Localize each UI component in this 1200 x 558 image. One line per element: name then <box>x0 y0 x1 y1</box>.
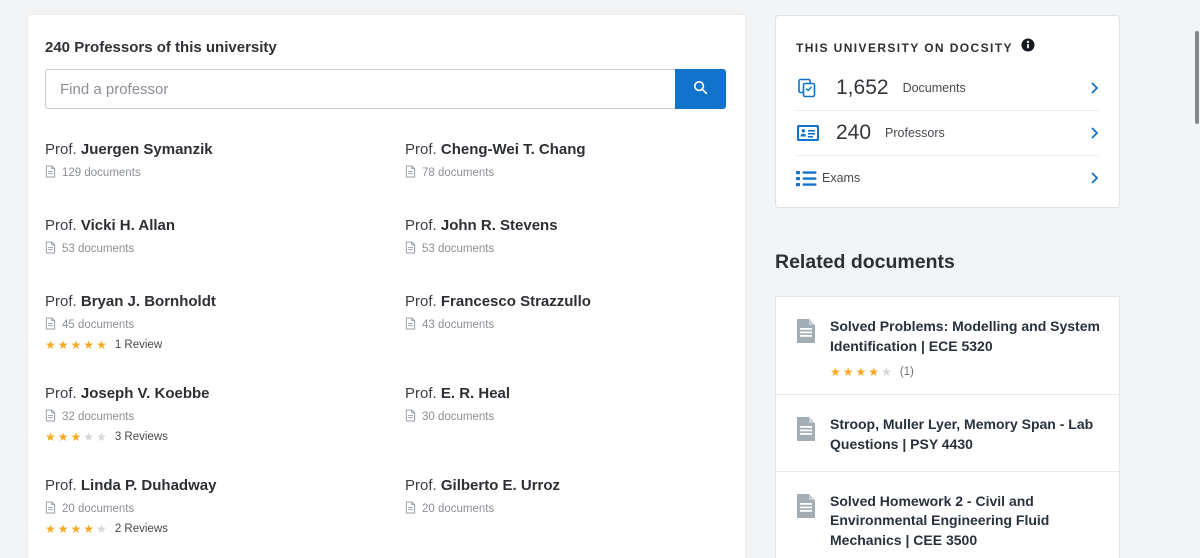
stat-row-exams[interactable]: Exams <box>796 155 1099 200</box>
professor-name-link[interactable]: Prof. Bryan J. Bornholdt <box>45 293 405 310</box>
documents-count: 1,652 <box>836 75 889 99</box>
documents-label: Documents <box>902 80 966 95</box>
related-documents-list: Solved Problems: Modelling and System Id… <box>775 296 1120 558</box>
professor-card: Prof. Joseph V. Koebbe 32 documents ★ ★ ★ ★… <box>45 385 405 443</box>
professor-name-link[interactable]: Prof. Gilberto E. Urroz <box>405 477 726 494</box>
search-icon <box>693 80 708 98</box>
related-document-rating-row: ★ ★ ★ ★ ★ (1) <box>830 366 1101 378</box>
file-icon <box>796 319 816 378</box>
professor-card: Prof. Vicki H. Allan 53 documents <box>45 217 405 259</box>
review-count-label[interactable]: 1 Review <box>115 339 162 351</box>
professor-card: Prof. Cheng-Wei T. Chang 78 documents <box>405 141 726 183</box>
chevron-right-icon <box>1090 126 1099 140</box>
related-document-item[interactable]: Solved Problems: Modelling and System Id… <box>776 297 1119 394</box>
professor-search-input[interactable] <box>45 69 675 109</box>
professor-card: Prof. E. R. Heal 30 documents <box>405 385 726 443</box>
document-icon <box>45 501 56 517</box>
professor-name-link[interactable]: Prof. Francesco Strazzullo <box>405 293 726 310</box>
professor-card: Prof. John R. Stevens 53 documents <box>405 217 726 259</box>
university-card-title: THIS UNIVERSITY ON DOCSITY <box>796 40 1013 55</box>
professor-name-link[interactable]: Prof. E. R. Heal <box>405 385 726 402</box>
file-icon <box>796 493 816 552</box>
professor-doc-count: 30 documents <box>405 409 726 425</box>
professors-count: 240 <box>836 121 872 144</box>
professor-doc-count: 53 documents <box>45 241 405 257</box>
star-rating: ★ ★ ★ ★ ★ <box>45 338 107 352</box>
document-icon <box>405 241 416 257</box>
document-icon <box>45 165 56 181</box>
document-icon <box>45 241 56 257</box>
professor-search-bar <box>45 69 726 109</box>
review-count-label[interactable]: 2 Reviews <box>115 523 168 535</box>
professor-rating-row: ★ ★ ★ ★ ★ 3 Reviews <box>45 431 405 443</box>
related-document-title[interactable]: Solved Problems: Modelling and System Id… <box>830 317 1101 357</box>
search-button[interactable] <box>675 69 726 109</box>
professor-name-link[interactable]: Prof. Linda P. Duhadway <box>45 477 405 494</box>
professor-name-link[interactable]: Prof. Cheng-Wei T. Chang <box>405 141 726 158</box>
professors-count-heading: 240 Professors of this university <box>45 39 277 56</box>
professor-card: Prof. Francesco Strazzullo 43 documents <box>405 293 726 351</box>
exams-label: Exams <box>822 171 861 185</box>
professor-name-link[interactable]: Prof. Juergen Symanzik <box>45 141 405 158</box>
star-rating: ★ ★ ★ ★ ★ <box>830 364 892 379</box>
university-stats-card: THIS UNIVERSITY ON DOCSITY 1,652 Documen… <box>775 15 1120 208</box>
professor-doc-count: 78 documents <box>405 165 726 181</box>
professor-card: Prof. Bryan J. Bornholdt 45 documents ★ ★… <box>45 293 405 351</box>
chevron-right-icon <box>1090 81 1099 95</box>
document-icon <box>45 317 56 333</box>
professor-doc-count: 53 documents <box>405 241 726 257</box>
professor-doc-count: 45 documents <box>45 317 405 333</box>
chevron-right-icon <box>1090 171 1099 185</box>
professor-name-link[interactable]: Prof. Vicki H. Allan <box>45 217 405 234</box>
document-icon <box>405 317 416 333</box>
professors-icon <box>796 124 822 143</box>
professors-panel: 240 Professors of this university Prof. … <box>28 15 745 558</box>
related-document-title[interactable]: Solved Homework 2 - Civil and Environmen… <box>830 492 1101 552</box>
document-icon <box>405 165 416 181</box>
documents-icon <box>796 77 822 99</box>
professor-doc-count: 20 documents <box>405 501 726 517</box>
document-icon <box>45 409 56 425</box>
document-icon <box>405 501 416 517</box>
professor-card: Prof. Juergen Symanzik 129 documents <box>45 141 405 183</box>
related-document-item[interactable]: Stroop, Muller Lyer, Memory Span - Lab Q… <box>776 393 1119 471</box>
professor-doc-count: 32 documents <box>45 409 405 425</box>
professor-card: Prof. Gilberto E. Urroz 20 documents <box>405 477 726 535</box>
professor-doc-count: 20 documents <box>45 501 405 517</box>
professor-name-link[interactable]: Prof. Joseph V. Koebbe <box>45 385 405 402</box>
related-documents-heading: Related documents <box>775 251 955 273</box>
professor-name-link[interactable]: Prof. John R. Stevens <box>405 217 726 234</box>
professor-doc-count: 43 documents <box>405 317 726 333</box>
file-icon <box>796 416 816 455</box>
review-count-label[interactable]: 3 Reviews <box>115 431 168 443</box>
star-rating: ★ ★ ★ ★ ★ <box>45 430 107 444</box>
professor-rating-row: ★ ★ ★ ★ ★ 2 Reviews <box>45 523 405 535</box>
exams-icon <box>796 170 822 187</box>
professors-label: Professors <box>885 126 945 140</box>
stat-row-professors[interactable]: 240 Professors <box>796 110 1099 155</box>
info-icon[interactable] <box>1021 38 1035 57</box>
rating-count-label: (1) <box>899 365 914 378</box>
professor-list: Prof. Juergen Symanzik 129 documents Pro… <box>45 141 726 535</box>
star-rating: ★ ★ ★ ★ ★ <box>45 522 107 536</box>
document-icon <box>405 409 416 425</box>
vertical-scrollbar[interactable] <box>1195 31 1199 124</box>
professor-rating-row: ★ ★ ★ ★ ★ 1 Review <box>45 339 405 351</box>
stat-row-documents[interactable]: 1,652 Documents <box>796 65 1099 110</box>
related-document-item[interactable]: Solved Homework 2 - Civil and Environmen… <box>776 470 1119 558</box>
professor-doc-count: 129 documents <box>45 165 405 181</box>
related-document-title[interactable]: Stroop, Muller Lyer, Memory Span - Lab Q… <box>830 415 1101 455</box>
professor-card: Prof. Linda P. Duhadway 20 documents ★ ★ ★… <box>45 477 405 535</box>
